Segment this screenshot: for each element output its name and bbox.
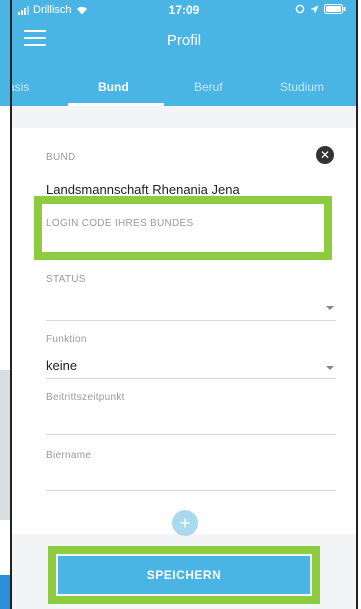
prev-button: [0, 575, 10, 609]
funktion-select[interactable]: [46, 378, 336, 379]
prev-statusbar: [0, 0, 10, 20]
prev-panel: [0, 370, 10, 520]
status-bar: Drillisch 17:09: [12, 0, 356, 20]
biername-input[interactable]: [46, 490, 336, 491]
tab-beruf[interactable]: Beruf: [194, 80, 223, 94]
location-icon: [310, 5, 319, 13]
phone-screen: Drillisch 17:09 Profil asis Bund Beruf S…: [12, 0, 358, 609]
page-title: Profil: [166, 32, 202, 49]
add-icon[interactable]: +: [172, 510, 198, 536]
prev-header: [0, 20, 10, 106]
tab-studium[interactable]: Studium: [280, 80, 324, 94]
funktion-select-value[interactable]: keine: [46, 358, 77, 373]
bund-label: BUND: [46, 152, 76, 163]
save-button[interactable]: SPEICHERN: [58, 556, 310, 594]
beitrittszeitpunkt-input[interactable]: [46, 434, 336, 435]
status-select[interactable]: [46, 320, 336, 321]
content-background-top: [12, 106, 356, 128]
tab-bund[interactable]: Bund: [98, 80, 129, 94]
tab-basis[interactable]: asis: [12, 80, 29, 94]
funktion-dropdown-chevron-icon[interactable]: [326, 366, 334, 370]
biername-label: Biername: [46, 450, 92, 461]
status-icons: [295, 4, 346, 14]
beitrittszeitpunkt-label: Beitrittszeitpunkt: [46, 392, 125, 403]
status-dropdown-chevron-icon[interactable]: [326, 306, 334, 310]
tab-bar: asis Bund Beruf Studium: [12, 64, 356, 106]
previous-screen-edge: [0, 0, 12, 609]
nav-bar: Profil: [12, 20, 356, 64]
funktion-label: Funktion: [46, 334, 87, 345]
bund-value: Landsmannschaft Rhenania Jena: [46, 182, 240, 197]
remove-bund-close-icon[interactable]: ✕: [316, 146, 334, 164]
battery-icon: [324, 4, 346, 14]
status-label: STATUS: [46, 274, 86, 285]
alarm-icon: [295, 4, 305, 14]
login-code-highlight: [34, 196, 332, 260]
bund-form-card: BUND ✕ Landsmannschaft Rhenania Jena LOG…: [28, 128, 342, 534]
